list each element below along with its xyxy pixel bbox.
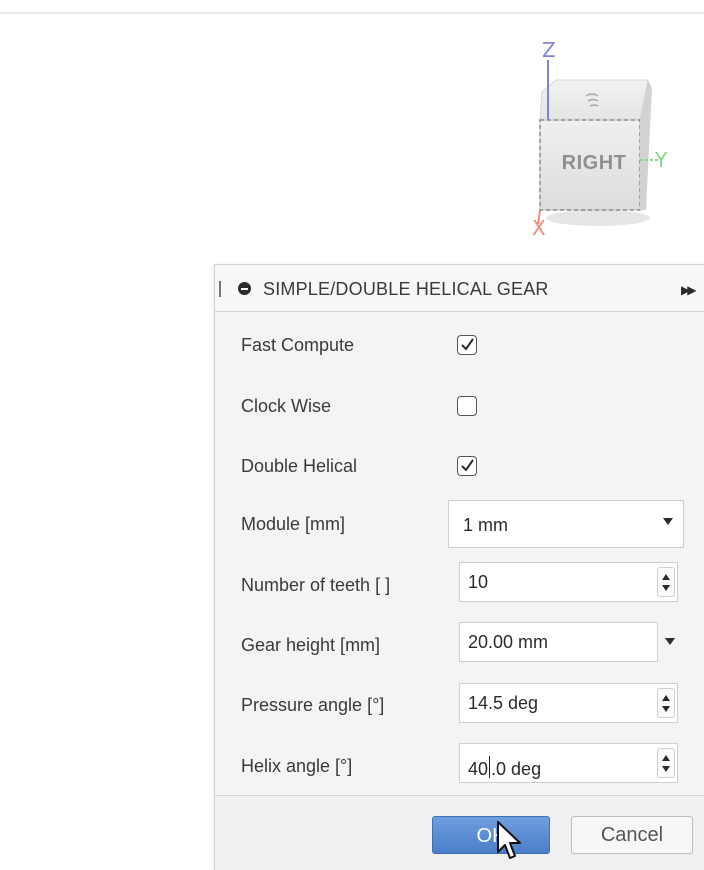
- pressure-angle-label: Pressure angle [°]: [241, 695, 385, 715]
- viewcube-face-right[interactable]: RIGHT: [544, 152, 644, 175]
- number-of-teeth-input[interactable]: 10: [459, 562, 678, 602]
- double-helical-label: Double Helical: [241, 456, 358, 476]
- clock-wise-label: Clock Wise: [241, 396, 332, 416]
- text-caret: [489, 756, 491, 778]
- drag-grip-icon[interactable]: [219, 281, 221, 297]
- helix-angle-spinner[interactable]: [657, 748, 675, 778]
- pressure-angle-input[interactable]: 14.5 deg: [459, 683, 678, 723]
- spin-up-icon[interactable]: [662, 695, 670, 701]
- mouse-cursor-icon: [497, 821, 521, 859]
- helix-angle-label: Helix angle [°]: [241, 756, 353, 776]
- helical-gear-dialog: SIMPLE/DOUBLE HELICAL GEAR ▶▶ Fast Compu…: [214, 264, 704, 870]
- viewcube[interactable]: RIGHT Z Y X: [528, 36, 678, 246]
- gear-height-label: Gear height [mm]: [241, 635, 381, 655]
- expand-icon[interactable]: ▶▶: [681, 283, 697, 297]
- ok-button[interactable]: OK: [432, 816, 550, 854]
- spin-down-icon[interactable]: [662, 766, 670, 772]
- spin-up-icon[interactable]: [662, 574, 670, 580]
- module-label: Module [mm]: [241, 514, 346, 534]
- number-of-teeth-label: Number of teeth [ ]: [241, 575, 391, 595]
- pressure-angle-value: 14.5 deg: [468, 693, 539, 713]
- check-icon: [461, 338, 474, 351]
- spin-up-icon[interactable]: [662, 755, 670, 761]
- gear-height-value: 20.00 mm: [468, 632, 549, 652]
- fast-compute-label: Fast Compute: [241, 335, 355, 355]
- double-helical-checkbox[interactable]: [457, 456, 477, 476]
- fast-compute-checkbox[interactable]: [457, 335, 477, 355]
- helix-angle-input[interactable]: 40.0 deg: [459, 743, 678, 783]
- helix-angle-value-after-caret: .0 deg: [491, 759, 542, 779]
- module-select[interactable]: 1 mm: [448, 500, 684, 548]
- axis-x-label: X: [532, 216, 546, 240]
- number-of-teeth-value: 10: [468, 572, 489, 592]
- cancel-button[interactable]: Cancel: [571, 816, 693, 854]
- dropdown-arrow-icon: [663, 518, 673, 525]
- dialog-title: SIMPLE/DOUBLE HELICAL GEAR: [263, 279, 549, 299]
- gear-height-dropdown-arrow-icon[interactable]: [665, 638, 675, 645]
- dialog-header[interactable]: SIMPLE/DOUBLE HELICAL GEAR ▶▶: [215, 265, 704, 312]
- axis-y-label: Y: [655, 148, 668, 172]
- helix-angle-value-before-caret: 40: [468, 759, 489, 779]
- collapse-icon[interactable]: [238, 282, 251, 295]
- gear-height-input[interactable]: 20.00 mm: [459, 622, 658, 662]
- pressure-angle-spinner[interactable]: [657, 688, 675, 718]
- viewcube-graphic: [537, 60, 662, 226]
- clock-wise-checkbox[interactable]: [457, 396, 477, 416]
- top-band: [0, 0, 704, 14]
- spin-down-icon[interactable]: [662, 706, 670, 712]
- helix-angle-value: 40.0 deg: [468, 753, 541, 780]
- spin-down-icon[interactable]: [662, 585, 670, 591]
- check-icon: [461, 459, 474, 472]
- module-value: 1 mm: [463, 515, 508, 535]
- axis-z-label: Z: [542, 38, 556, 62]
- dialog-footer: OK Cancel: [215, 795, 704, 870]
- number-of-teeth-spinner[interactable]: [657, 567, 675, 597]
